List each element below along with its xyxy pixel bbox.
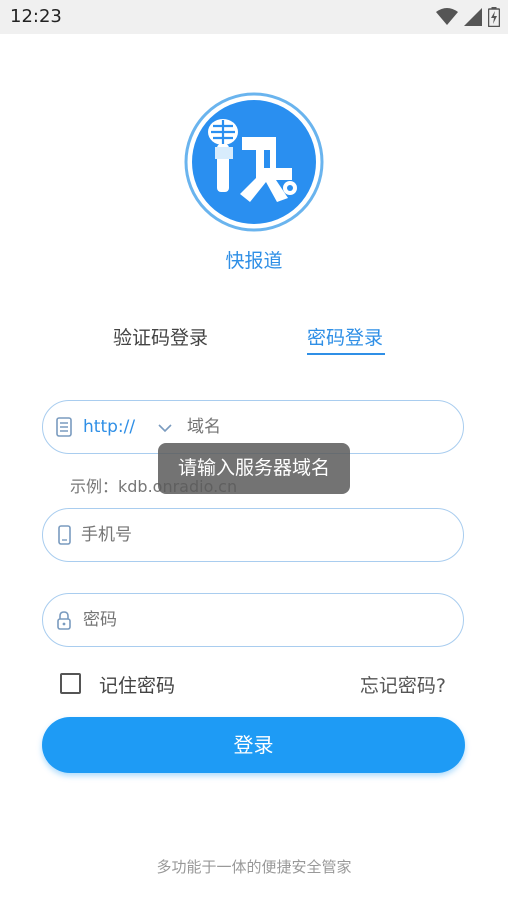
forgot-password-link[interactable]: 忘记密码? (360, 671, 446, 698)
document-icon (56, 417, 72, 437)
chevron-down-icon[interactable] (157, 421, 173, 435)
password-field[interactable] (42, 593, 464, 647)
remember-checkbox[interactable] (60, 673, 81, 694)
login-button[interactable]: 登录 (42, 717, 465, 773)
status-bar: 12:23 (0, 0, 508, 34)
app-name: 快报道 (225, 250, 283, 272)
protocol-select[interactable]: http:// (83, 417, 135, 437)
footer-tagline: 多功能于一体的便捷安全管家 (156, 858, 352, 876)
app-logo (184, 92, 324, 232)
password-input[interactable] (83, 608, 323, 632)
phone-icon (58, 525, 71, 545)
tab-password-login[interactable]: 密码登录 (307, 323, 383, 350)
tab-sms-login[interactable]: 验证码登录 (113, 323, 208, 350)
lock-icon (57, 611, 71, 630)
phone-input[interactable] (81, 523, 321, 547)
status-time: 12:23 (10, 6, 62, 27)
status-icons (436, 7, 500, 27)
signal-icon (464, 8, 482, 26)
battery-charging-icon (488, 7, 500, 27)
active-tab-underline (307, 353, 385, 355)
remember-label[interactable]: 记住密码 (99, 671, 175, 698)
toast-message: 请输入服务器域名 (158, 443, 350, 494)
phone-field[interactable] (42, 508, 464, 562)
domain-input[interactable] (187, 415, 427, 439)
wifi-icon (436, 8, 458, 25)
